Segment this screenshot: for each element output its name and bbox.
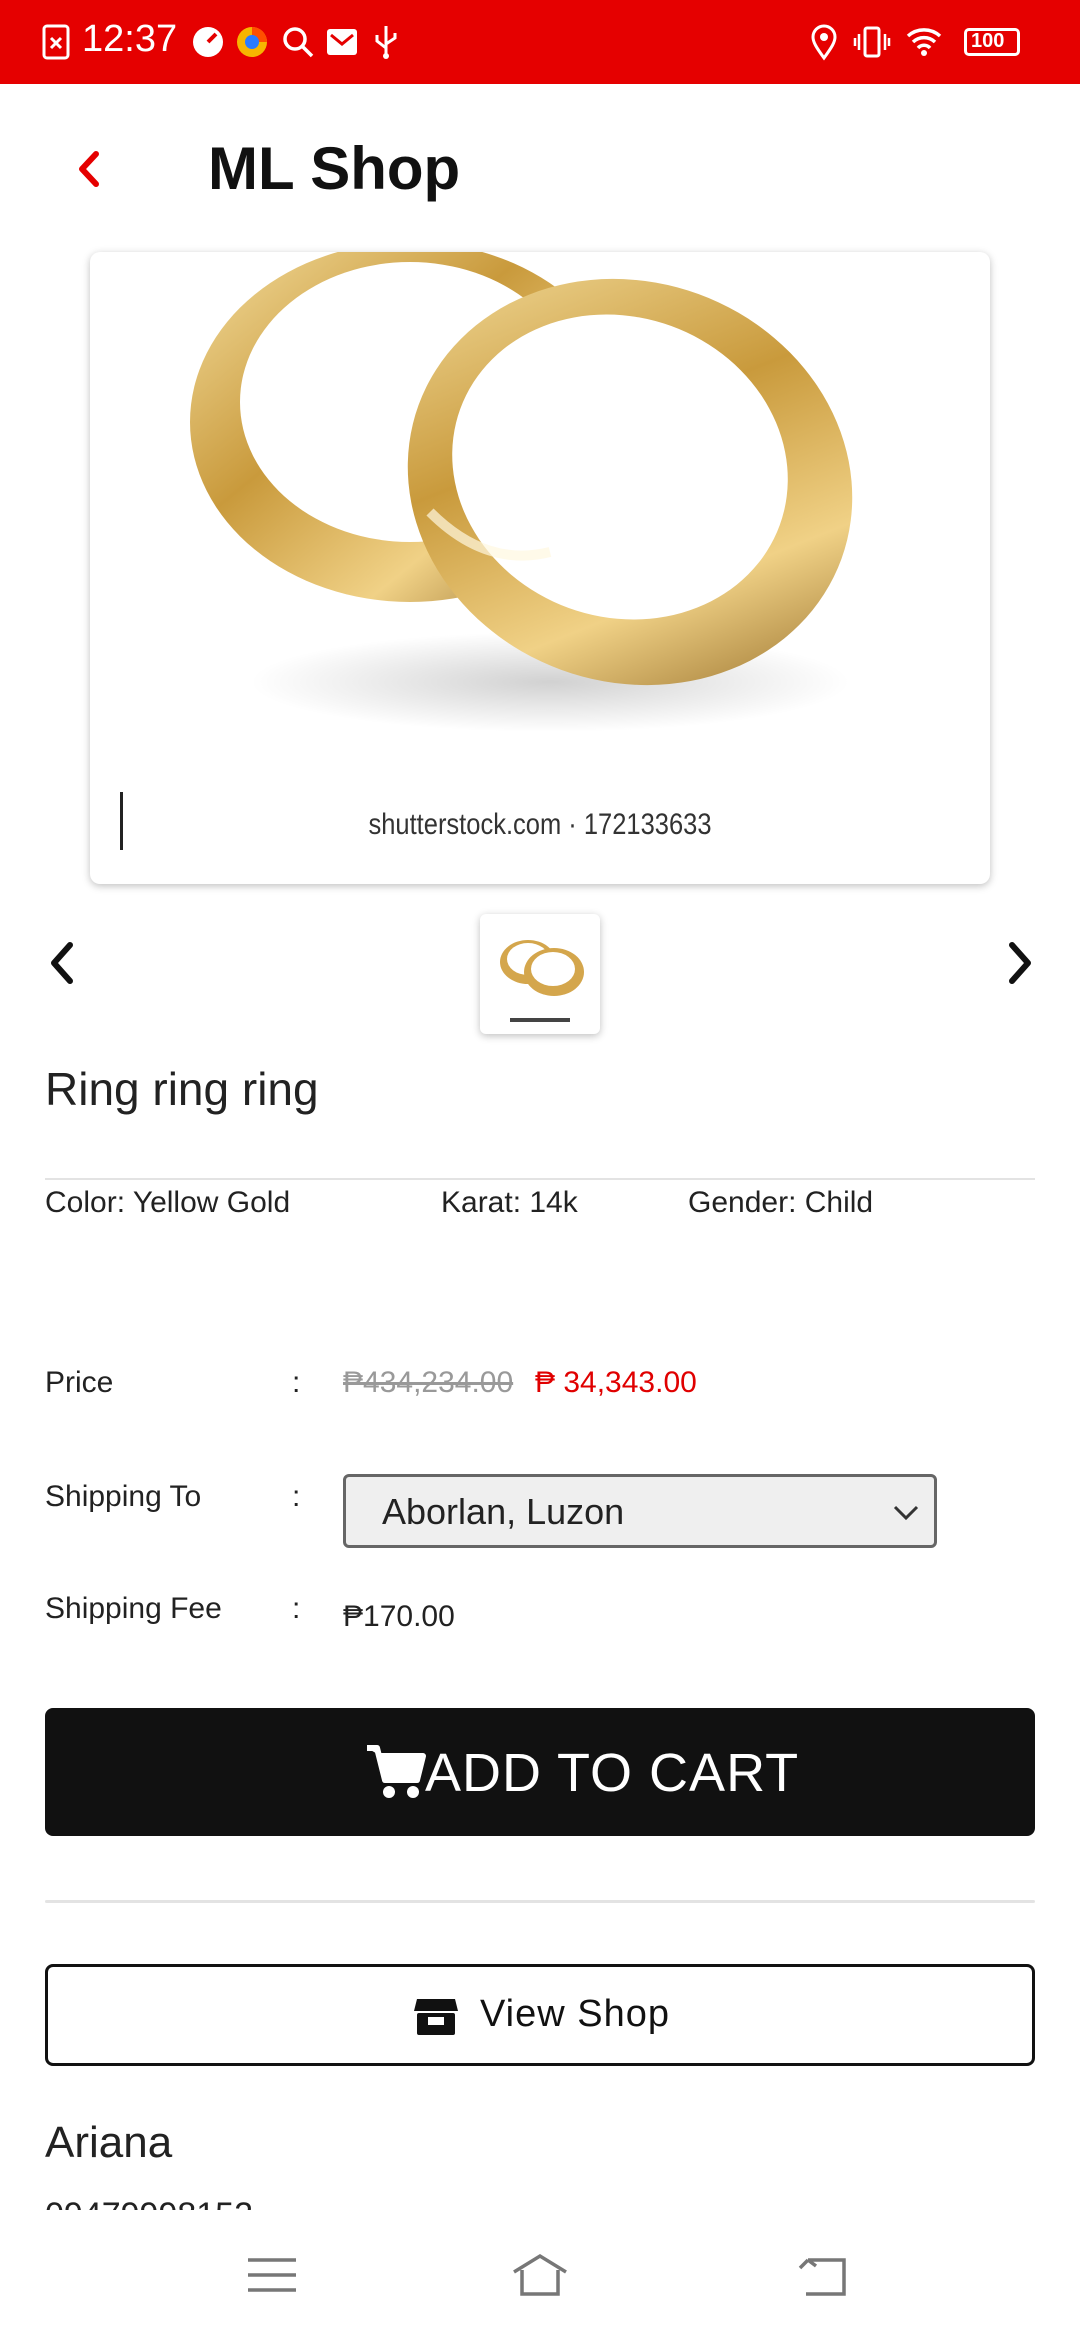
- shipping-fee-colon: :: [292, 1592, 301, 1625]
- alert-file-icon: [42, 24, 70, 60]
- view-shop-button[interactable]: View Shop: [45, 1964, 1035, 2066]
- image-caption: shutterstock.com · 172133633: [368, 808, 712, 841]
- chevron-down-icon: [893, 1505, 919, 1521]
- price-label: Price: [45, 1366, 114, 1399]
- system-nav-bar: [0, 2210, 1080, 2340]
- thumbnail-rings: [500, 940, 584, 1022]
- home-icon[interactable]: [510, 2250, 570, 2300]
- image-marker-line: [120, 792, 123, 850]
- wifi-icon: [906, 28, 942, 56]
- battery-level: 100: [971, 30, 1005, 52]
- chevron-left-icon[interactable]: [36, 935, 86, 991]
- product-image[interactable]: shutterstock.com · 172133633: [90, 252, 990, 884]
- battery-icon: 100: [964, 28, 1020, 56]
- spec-gender: Gender: Child: [688, 1186, 874, 1219]
- back-icon[interactable]: [794, 2250, 854, 2300]
- product-name: Ring ring ring: [45, 1063, 319, 1115]
- menu-icon[interactable]: [242, 2250, 302, 2300]
- add-to-cart-label: ADD TO CART: [425, 1743, 800, 1803]
- mail-icon: [327, 29, 357, 55]
- view-shop-label: View Shop: [480, 1993, 670, 2035]
- spec-karat: Karat: 14k: [441, 1186, 578, 1219]
- shipping-fee-value: ₱170.00: [343, 1600, 455, 1633]
- seller-name: Ariana: [45, 2118, 173, 2167]
- shipping-location-select[interactable]: Aborlan, Luzon: [343, 1474, 937, 1548]
- app-bar: ML Shop: [0, 84, 1080, 252]
- divider: [45, 1900, 1035, 1903]
- divider: [45, 1178, 1035, 1180]
- status-time: 12:37: [82, 18, 178, 60]
- store-icon: [414, 1999, 458, 2035]
- original-price: ₱434,234.00: [343, 1366, 514, 1399]
- speed-icon: [193, 27, 223, 57]
- add-to-cart-button[interactable]: ADD TO CART: [45, 1708, 1035, 1836]
- status-bar: 12:37 100: [0, 0, 1080, 84]
- page-title: ML Shop: [208, 135, 461, 202]
- thumbnail[interactable]: [480, 914, 600, 1034]
- chevron-right-icon[interactable]: [996, 935, 1046, 991]
- browser-icon: [237, 27, 267, 57]
- shipping-to-colon: :: [292, 1480, 301, 1513]
- spec-color: Color: Yellow Gold: [45, 1186, 291, 1219]
- shipping-to-label: Shipping To: [45, 1480, 202, 1513]
- rings-illustration: [190, 252, 853, 732]
- shipping-fee-label: Shipping Fee: [45, 1592, 222, 1625]
- usb-icon: [375, 26, 397, 59]
- chevron-left-icon[interactable]: [64, 144, 114, 194]
- cart-icon: [367, 1745, 426, 1798]
- search-icon: [283, 27, 314, 58]
- sale-price: ₱ 34,343.00: [535, 1366, 697, 1399]
- price-colon: :: [292, 1366, 301, 1399]
- shipping-location-value: Aborlan, Luzon: [382, 1491, 625, 1532]
- vibrate-icon: [853, 26, 891, 58]
- location-icon: [811, 24, 837, 61]
